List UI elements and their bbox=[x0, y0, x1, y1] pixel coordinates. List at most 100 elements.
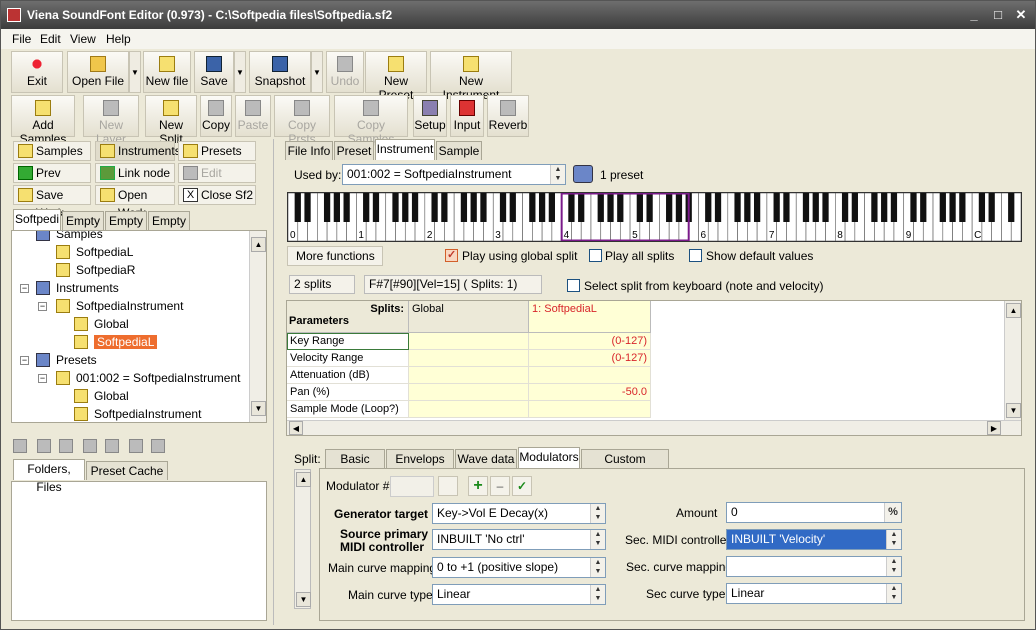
tab-preset[interactable]: Preset bbox=[334, 141, 374, 160]
apply-modulator-icon[interactable]: ✓ bbox=[512, 476, 532, 496]
menu-file[interactable]: File bbox=[12, 32, 31, 46]
black-key[interactable] bbox=[480, 193, 487, 222]
sec-curve-select[interactable]: ▲ ▼ bbox=[726, 556, 902, 577]
maximize-button[interactable]: □ bbox=[988, 6, 1008, 24]
new-file-button[interactable]: New file bbox=[143, 51, 191, 93]
tree-scrollbar[interactable]: ▲ ▼ bbox=[249, 231, 266, 422]
reverb-button[interactable]: Reverb bbox=[487, 95, 529, 137]
grid-col-global[interactable]: Global bbox=[409, 301, 529, 333]
file-tool-icon[interactable] bbox=[105, 439, 119, 453]
open-work-button[interactable]: Open Work bbox=[95, 185, 175, 220]
grid-cell-global[interactable] bbox=[409, 384, 529, 401]
new-instrument-button[interactable]: New Instrument bbox=[430, 51, 512, 102]
tree-node-preset[interactable]: 001:002 = SoftpediaInstrument bbox=[56, 369, 240, 387]
tree-node-sample-r[interactable]: SoftpediaR bbox=[56, 261, 135, 279]
tree-expander[interactable]: − bbox=[20, 284, 29, 293]
black-key[interactable] bbox=[617, 193, 624, 222]
black-key[interactable] bbox=[988, 193, 995, 222]
black-key[interactable] bbox=[949, 193, 956, 222]
black-key[interactable] bbox=[392, 193, 399, 222]
tab-basic[interactable]: Basic bbox=[325, 449, 385, 468]
tab-softpedia[interactable]: Softpedi bbox=[13, 209, 61, 230]
black-key[interactable] bbox=[744, 193, 751, 222]
percent-toggle-icon[interactable]: % bbox=[884, 503, 901, 522]
more-functions-button[interactable]: More functions ... bbox=[287, 246, 383, 281]
scroll-right-icon[interactable]: ▶ bbox=[987, 421, 1001, 435]
menu-edit[interactable]: Edit bbox=[40, 32, 61, 46]
black-key[interactable] bbox=[646, 193, 653, 222]
tree-node-preset-split[interactable]: SoftpediaInstrument bbox=[74, 405, 201, 422]
default-values-checkbox[interactable] bbox=[689, 249, 702, 262]
used-by-select[interactable]: 001:002 = SoftpediaInstrument ▲ ▼ bbox=[342, 164, 566, 185]
black-key[interactable] bbox=[460, 193, 468, 222]
black-key[interactable] bbox=[705, 193, 712, 222]
goto-preset-arrow-icon[interactable] bbox=[573, 165, 593, 183]
grid-cell-global[interactable] bbox=[409, 367, 529, 384]
new-split-button[interactable]: New Split bbox=[145, 95, 197, 146]
file-tool-icon[interactable] bbox=[83, 439, 97, 453]
modulator-spin-button[interactable] bbox=[438, 476, 458, 496]
black-key[interactable] bbox=[871, 193, 878, 222]
add-samples-button[interactable]: Add Samples bbox=[11, 95, 75, 146]
modulator-scrollbar[interactable]: ▲ ▼ bbox=[294, 469, 311, 609]
piano-keyboard[interactable]: 0 1 2 3 4 5 6 7 8 9 C bbox=[287, 192, 1022, 242]
black-key[interactable] bbox=[597, 193, 604, 222]
grid-cell-global[interactable] bbox=[409, 333, 529, 350]
tree-node-inst-global[interactable]: Global bbox=[74, 315, 129, 333]
tree-node-preset-global[interactable]: Global bbox=[74, 387, 129, 405]
exit-button[interactable]: Exit bbox=[11, 51, 63, 93]
tab-custom-features[interactable]: Custom Features bbox=[581, 449, 669, 484]
samples-button[interactable]: Samples bbox=[13, 141, 91, 161]
sec-type-select[interactable]: Linear ▲ ▼ bbox=[726, 583, 902, 604]
undo-button[interactable]: Undo bbox=[326, 51, 364, 93]
scroll-down-icon[interactable]: ▼ bbox=[296, 592, 311, 607]
tree-node-samples[interactable]: Samples bbox=[36, 231, 103, 243]
grid-cell-split[interactable] bbox=[529, 367, 651, 384]
tree-node-inst-split-selected[interactable]: SoftpediaL bbox=[74, 333, 158, 351]
prev-node-button[interactable]: Prev node bbox=[13, 163, 91, 198]
tab-preset-cache[interactable]: Preset Cache bbox=[86, 461, 168, 480]
grid-row-name[interactable]: Key Range bbox=[287, 333, 409, 350]
paste-button[interactable]: Paste bbox=[235, 95, 271, 137]
black-key[interactable] bbox=[323, 193, 331, 222]
presets-button[interactable]: Presets bbox=[178, 141, 256, 161]
edit-name-button[interactable]: Edit name bbox=[178, 163, 256, 198]
black-key[interactable] bbox=[783, 193, 790, 222]
piano-keys[interactable]: 0 1 2 3 4 5 6 7 8 9 C bbox=[287, 192, 1022, 242]
tree-node-presets[interactable]: Presets bbox=[36, 351, 97, 369]
open-file-dropdown[interactable]: ▼ bbox=[129, 51, 141, 93]
tree-expander[interactable]: − bbox=[20, 356, 29, 365]
black-key[interactable] bbox=[578, 193, 585, 222]
snapshot-dropdown[interactable]: ▼ bbox=[311, 51, 323, 93]
main-type-select[interactable]: Linear ▲ ▼ bbox=[432, 584, 606, 605]
black-key[interactable] bbox=[822, 193, 829, 222]
black-key[interactable] bbox=[499, 193, 507, 222]
black-key[interactable] bbox=[881, 193, 888, 222]
tree-node-instrument[interactable]: SoftpediaInstrument bbox=[56, 297, 183, 315]
splitter[interactable] bbox=[273, 139, 277, 625]
black-key[interactable] bbox=[812, 193, 819, 222]
black-key[interactable] bbox=[333, 193, 340, 222]
black-key[interactable] bbox=[372, 193, 380, 222]
black-key[interactable] bbox=[910, 193, 917, 222]
tab-empty-1[interactable]: Empty bbox=[62, 211, 104, 230]
black-key[interactable] bbox=[343, 193, 350, 222]
black-key[interactable] bbox=[363, 193, 370, 222]
scroll-up-icon[interactable]: ▲ bbox=[296, 472, 311, 487]
black-key[interactable] bbox=[666, 193, 673, 222]
setup-button[interactable]: Setup bbox=[413, 95, 447, 137]
tree-expander[interactable]: − bbox=[38, 302, 47, 311]
tree-node-instruments[interactable]: Instruments bbox=[36, 279, 119, 297]
black-key[interactable] bbox=[529, 193, 536, 222]
save-dropdown[interactable]: ▼ bbox=[234, 51, 246, 93]
scroll-up-icon[interactable]: ▲ bbox=[251, 237, 266, 252]
black-key[interactable] bbox=[890, 193, 898, 222]
select-split-checkbox[interactable] bbox=[567, 279, 580, 292]
black-key[interactable] bbox=[920, 193, 927, 222]
black-key[interactable] bbox=[841, 193, 849, 222]
file-tool-icon[interactable] bbox=[59, 439, 73, 453]
instruments-button[interactable]: Instruments bbox=[95, 141, 181, 161]
scroll-down-icon[interactable]: ▼ bbox=[1006, 403, 1021, 418]
black-key[interactable] bbox=[607, 193, 614, 222]
copy-prsts-button[interactable]: Copy Prsts bbox=[274, 95, 330, 146]
